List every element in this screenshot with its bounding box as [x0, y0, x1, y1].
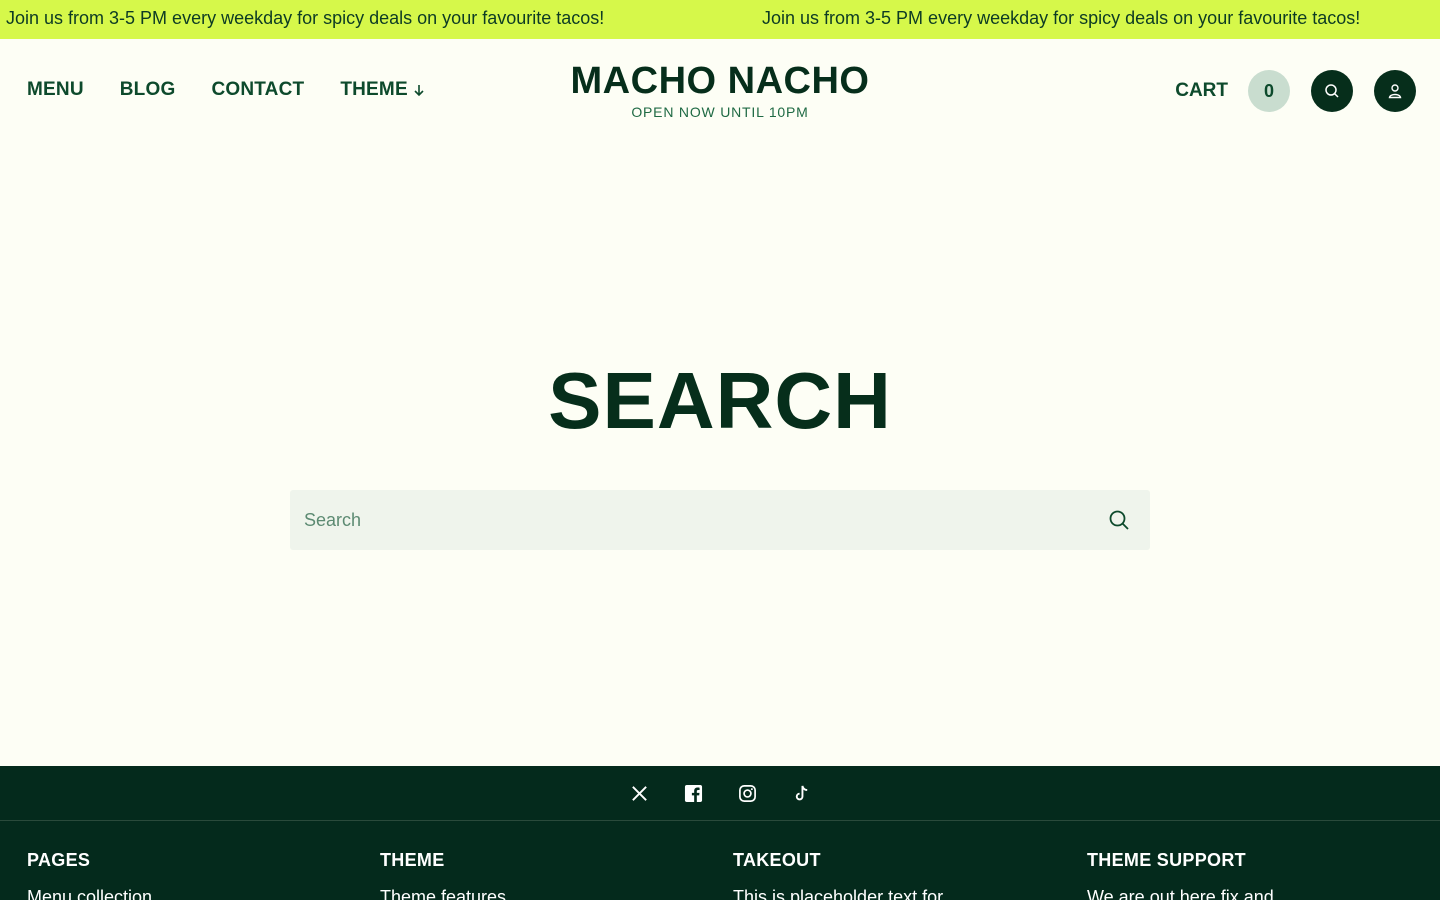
search-button[interactable] [1311, 70, 1353, 112]
search-submit-icon[interactable] [1108, 509, 1130, 531]
facebook-icon[interactable] [683, 783, 703, 803]
page-title: SEARCH [548, 356, 892, 445]
search-input[interactable] [290, 490, 1090, 550]
footer-heading: THEME [380, 850, 445, 870]
user-icon [1388, 84, 1402, 99]
nav-theme[interactable]: THEME [340, 79, 426, 101]
search-icon [1325, 84, 1339, 98]
logo-tagline: OPEN NOW UNTIL 10PM [631, 104, 809, 120]
footer-column-theme-support: THEME SUPPORT We are out here fix and [1087, 850, 1274, 900]
footer-heading: THEME SUPPORT [1087, 850, 1246, 870]
site-footer: PAGES Menu collection THEME Theme featur… [0, 766, 1440, 900]
x-icon[interactable] [629, 783, 649, 803]
footer-link[interactable]: Menu collection [27, 887, 152, 900]
header-actions: CART 0 [1175, 70, 1416, 112]
site-logo[interactable]: MACHO NACHO OPEN NOW UNTIL 10PM [520, 59, 920, 120]
footer-column-theme: THEME Theme features [380, 850, 506, 900]
tiktok-icon[interactable] [791, 783, 811, 803]
main-nav: MENU BLOG CONTACT THEME [27, 79, 426, 101]
footer-text: This is placeholder text for [733, 887, 944, 900]
cart-count-badge[interactable]: 0 [1248, 70, 1290, 112]
footer-column-takeout: TAKEOUT This is placeholder text for [733, 850, 943, 900]
announcement-text: Join us from 3-5 PM every weekday for sp… [762, 8, 1361, 28]
nav-blog[interactable]: BLOG [120, 79, 176, 101]
nav-menu[interactable]: MENU [27, 79, 84, 101]
footer-heading: PAGES [27, 850, 91, 870]
search-form [290, 490, 1150, 550]
nav-theme-label: THEME [340, 79, 408, 100]
account-button[interactable] [1374, 70, 1416, 112]
social-links [0, 766, 1440, 821]
instagram-icon[interactable] [737, 783, 757, 803]
announcement-bar: Join us from 3-5 PM every weekday for sp… [0, 0, 1440, 39]
site-header: MENU BLOG CONTACT THEME MACHO NACHO OPEN… [0, 39, 1440, 143]
announcement-text: Join us from 3-5 PM every weekday for sp… [6, 8, 605, 28]
footer-heading: TAKEOUT [733, 850, 821, 870]
nav-contact[interactable]: CONTACT [211, 79, 304, 101]
arrow-down-icon [414, 85, 424, 97]
cart-link[interactable]: CART [1175, 80, 1228, 102]
footer-column-pages: PAGES Menu collection [27, 850, 152, 900]
logo-name: MACHO NACHO [570, 60, 870, 102]
footer-text: We are out here fix and [1087, 887, 1274, 900]
footer-link[interactable]: Theme features [380, 887, 506, 900]
